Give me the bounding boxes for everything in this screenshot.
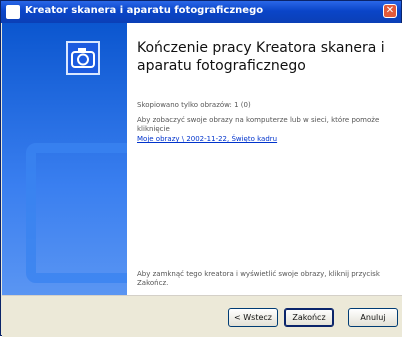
button-bar: < Wstecz Zakończ Anuluj bbox=[2, 295, 402, 337]
back-button[interactable]: < Wstecz bbox=[228, 308, 278, 327]
camera-icon bbox=[6, 5, 20, 19]
decorative-camera-shape bbox=[26, 143, 127, 283]
title-bar[interactable]: Kreator skanera i aparatu fotograficzneg… bbox=[1, 1, 401, 23]
camera-icon bbox=[71, 48, 95, 68]
wizard-logo bbox=[66, 41, 100, 75]
close-button[interactable]: ✕ bbox=[383, 4, 397, 18]
wizard-window: Kreator skanera i aparatu fotograficzneg… bbox=[0, 0, 402, 337]
cancel-button[interactable]: Anuluj bbox=[348, 308, 398, 327]
instruction-line-1: Aby zobaczyć swoje obrazy na komputerze … bbox=[137, 116, 380, 124]
window-title: Kreator skanera i aparatu fotograficzneg… bbox=[25, 5, 264, 16]
copied-count: Skopiowano tylko obrazów: 1 (0) bbox=[137, 101, 251, 109]
page-title: Kończenie pracy Kreatora skanera i apara… bbox=[137, 40, 385, 74]
finish-note-line-1: Aby zamknąć tego kreatora i wyświetlić s… bbox=[137, 270, 380, 278]
finish-button[interactable]: Zakończ bbox=[284, 308, 334, 327]
finish-note-line-2: Zakończ. bbox=[137, 279, 169, 287]
instruction-line-2: kliknięcie bbox=[137, 125, 170, 133]
folder-link[interactable]: Moje obrazy \ 2002-11-22, Święto kadru bbox=[137, 135, 277, 143]
wizard-content: Kończenie pracy Kreatora skanera i apara… bbox=[127, 23, 402, 295]
wizard-sidebar bbox=[2, 23, 127, 295]
